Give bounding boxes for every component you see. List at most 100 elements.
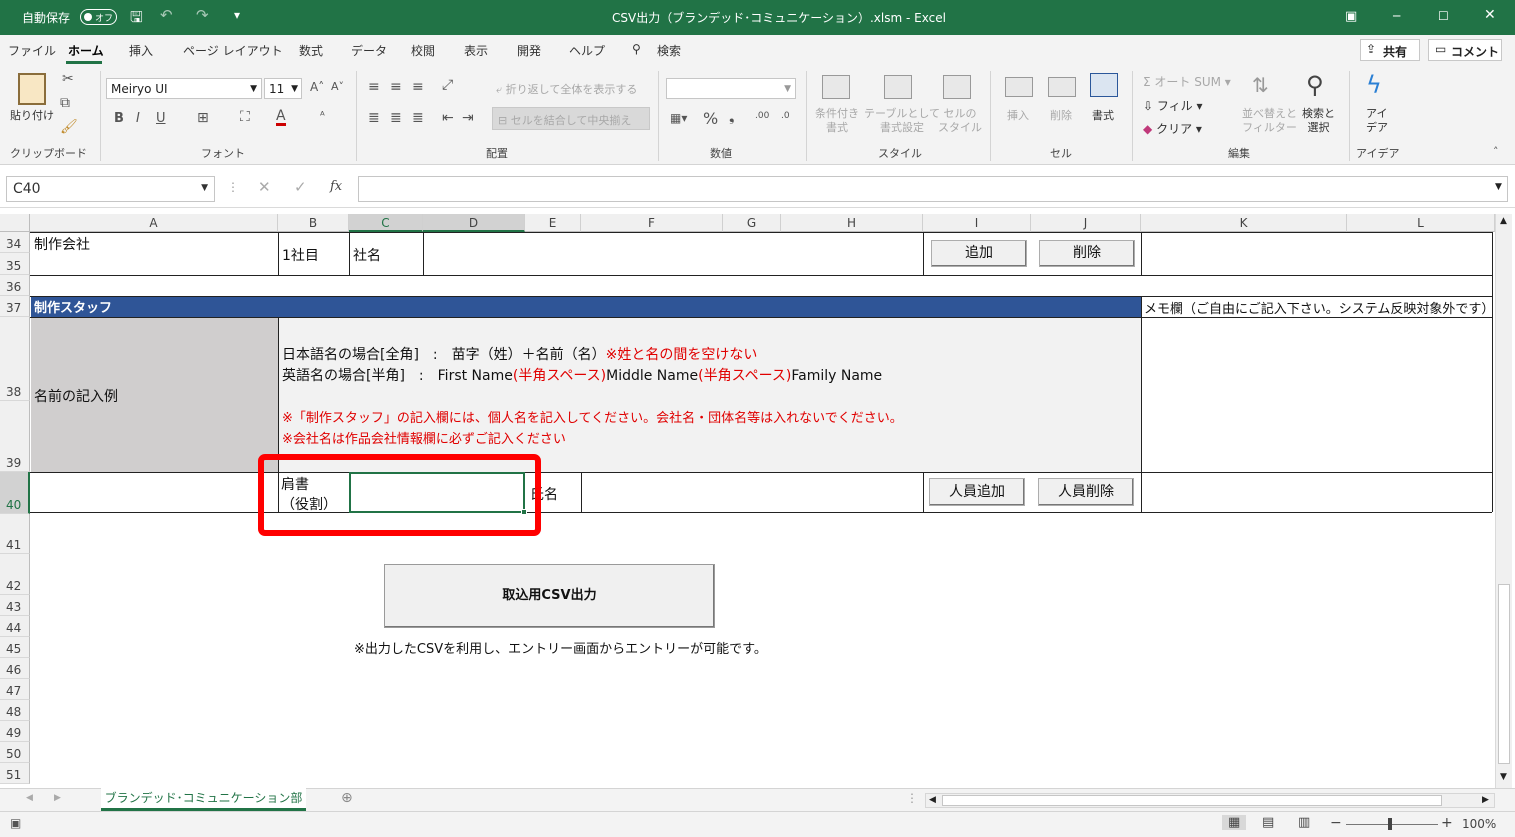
tell-me-search[interactable]: 検索 [657,42,681,59]
conditional-format-button[interactable]: 条件付き 書式 [815,107,859,135]
tab-formulas[interactable]: 数式 [299,42,323,59]
tab-page-layout[interactable]: ページ レイアウト [183,42,283,59]
align-center-icon[interactable]: ≣ [390,110,402,126]
delete-staff-button[interactable]: 人員削除 [1038,478,1134,506]
scroll-up-icon[interactable]: ▲ [1500,216,1507,226]
tab-review[interactable]: 校閲 [411,42,435,59]
clear-button[interactable]: ◆ クリア ▾ [1143,120,1202,137]
delete-company-button[interactable]: 削除 [1039,240,1135,267]
name-box[interactable]: C40 ▼ [6,176,215,202]
cancel-icon[interactable]: ✕ [258,178,271,196]
shrink-font-icon[interactable]: A˅ [331,80,344,93]
row-header-35[interactable]: 35 [0,253,30,275]
save-icon[interactable]: 🖫 [130,7,143,32]
zoom-slider[interactable] [1346,824,1438,825]
borders-icon[interactable]: ⊞ [197,110,209,126]
decrease-indent-icon[interactable]: ⇤ [442,110,454,126]
align-left-icon[interactable]: ≣ [368,110,380,126]
italic-icon[interactable]: I [136,111,140,126]
redo-icon[interactable]: ↷ [196,6,209,24]
find-select-button[interactable]: 検索と 選択 [1302,107,1335,135]
autosave-toggle[interactable]: オフ [80,9,117,25]
insert-function-button[interactable]: fx [330,179,342,194]
column-header-c[interactable]: C [349,214,423,232]
csv-export-button[interactable]: 取込用CSV出力 [384,564,715,628]
align-bottom-icon[interactable]: ≡ [412,79,424,95]
cell-styles-button[interactable]: セルの スタイル [938,107,982,135]
row-header-37[interactable]: 37 [0,296,30,317]
row-header-34[interactable]: 34 [0,232,30,253]
cut-icon[interactable]: ✂ [62,71,74,87]
zoom-out-icon[interactable]: − [1330,815,1342,831]
column-header-e[interactable]: E [525,214,581,232]
row-header-45[interactable]: 45 [0,637,30,658]
tab-help[interactable]: ヘルプ [569,42,605,59]
increase-indent-icon[interactable]: ⇥ [462,110,474,126]
align-right-icon[interactable]: ≣ [412,110,424,126]
font-name-select[interactable]: Meiryo UI ▼ [106,78,262,99]
name-example-content-cell[interactable] [278,317,1141,472]
page-break-view-icon[interactable]: ▥ [1298,815,1310,830]
format-as-table-button[interactable]: テーブルとして 書式設定 [864,107,940,135]
tab-file[interactable]: ファイル [8,42,56,59]
bold-icon[interactable]: B [114,111,124,126]
row-header-36[interactable]: 36 [0,275,30,296]
formula-input[interactable] [358,176,1508,202]
copy-icon[interactable]: ⧉ [60,95,70,111]
currency-icon[interactable]: ▦▾ [670,111,687,125]
fill-color-icon[interactable]: ⛶ [240,109,250,125]
sort-filter-button[interactable]: 並べ替えと フィルター [1242,107,1297,135]
comma-icon[interactable]: ❟ [729,109,735,125]
row-header-51[interactable]: 51 [0,763,30,784]
next-sheet-icon[interactable]: ▶ [54,793,61,803]
delete-cells-button[interactable]: 削除 [1050,107,1072,123]
row-header-48[interactable]: 48 [0,700,30,721]
row-header-50[interactable]: 50 [0,742,30,763]
column-header-j[interactable]: J [1031,214,1141,232]
column-header-i[interactable]: I [923,214,1031,232]
row-header-47[interactable]: 47 [0,679,30,700]
add-sheet-icon[interactable]: ⊕ [341,790,353,806]
page-layout-view-icon[interactable]: ▤ [1262,815,1274,830]
column-header-k[interactable]: K [1141,214,1347,232]
undo-icon[interactable]: ↶ [160,6,173,24]
insert-cells-button[interactable]: 挿入 [1007,107,1029,123]
tab-developer[interactable]: 開発 [517,42,541,59]
row-header-44[interactable]: 44 [0,616,30,637]
paste-icon[interactable] [18,73,46,105]
column-header-l[interactable]: L [1347,214,1495,232]
format-cells-button[interactable]: 書式 [1092,107,1114,123]
sheet-tab-active[interactable]: ブランデッド･コミュニケーション部門 [101,788,306,825]
search-icon[interactable]: ⚲ [632,42,641,56]
column-header-d[interactable]: D [423,214,525,232]
autosum-button[interactable]: Σ オート SUM ▾ [1143,73,1231,90]
row-header-49[interactable]: 49 [0,721,30,742]
ribbon-display-icon[interactable]: ▣ [1345,9,1357,24]
tab-data[interactable]: データ [351,42,387,59]
column-header-h[interactable]: H [781,214,923,232]
tab-split-icon[interactable]: ⋮ [906,791,918,805]
staff-name-input[interactable] [582,473,923,512]
scroll-right-icon[interactable]: ▶ [1482,795,1489,805]
row-header-42[interactable]: 42 [0,554,30,595]
add-staff-button[interactable]: 人員追加 [929,478,1025,506]
row-header-39[interactable]: 39 [0,401,30,472]
underline-icon[interactable]: U [156,111,166,126]
zoom-slider-thumb[interactable] [1388,818,1392,830]
grow-font-icon[interactable]: A˄ [310,80,324,94]
normal-view-icon[interactable]: ▦ [1222,815,1247,830]
scroll-down-icon[interactable]: ▼ [1500,772,1507,782]
column-header-g[interactable]: G [723,214,781,232]
column-header-a[interactable]: A [30,214,278,232]
phonetic-icon[interactable]: ᴬ [320,109,325,122]
zoom-level[interactable]: 100% [1462,817,1496,831]
align-top-icon[interactable]: ≡ [368,79,380,95]
zoom-in-icon[interactable]: + [1441,815,1453,831]
font-color-icon[interactable]: A [276,109,286,126]
tab-insert[interactable]: 挿入 [129,42,153,59]
tab-home[interactable]: ホーム [68,42,104,59]
row-header-38[interactable]: 38 [0,317,30,401]
enter-icon[interactable]: ✓ [294,178,307,196]
minimize-icon[interactable]: ─ [1393,9,1400,23]
paste-button[interactable]: 貼り付け [10,107,54,123]
